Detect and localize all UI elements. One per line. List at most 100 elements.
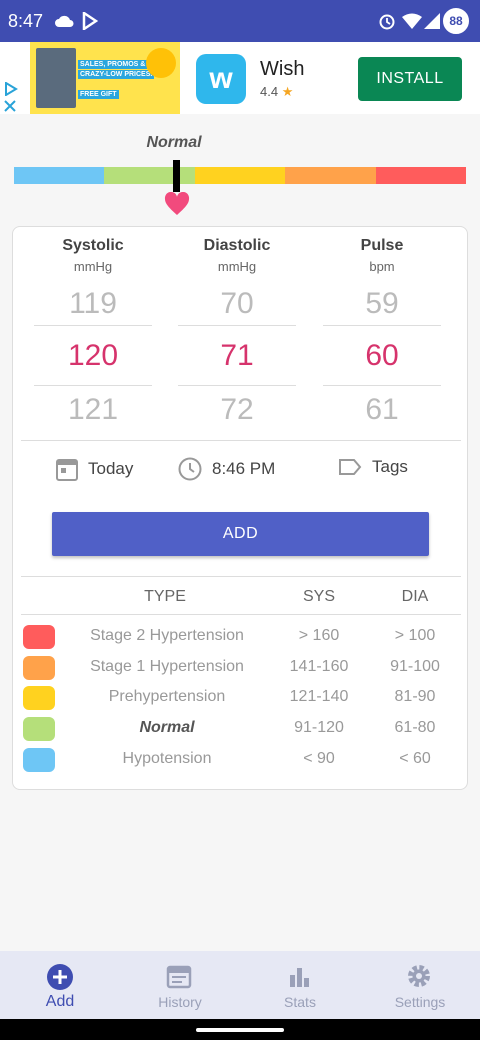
- wifi-icon: [402, 13, 422, 29]
- picker-divider: [178, 325, 296, 326]
- bp-gauge-bar: [14, 167, 467, 184]
- category-dia: < 60: [399, 750, 431, 767]
- play-store-icon: [82, 12, 98, 30]
- category-color-swatch: [23, 625, 55, 649]
- ad-banner-text: SALES, PROMOS &: [78, 60, 148, 69]
- bottom-navigation: Add History Stats Settings: [0, 951, 480, 1019]
- pulse-picker[interactable]: Pulse bpm 59 60 61: [323, 227, 441, 426]
- nav-settings[interactable]: Settings: [360, 951, 480, 1019]
- category-sys: 91-120: [294, 719, 344, 736]
- cloud-icon: [55, 15, 74, 27]
- picker-unit: mmHg: [217, 259, 257, 274]
- picker-divider: [323, 385, 441, 386]
- ad-app-name: Wish: [260, 58, 305, 80]
- add-circle-icon: [47, 964, 73, 990]
- picker-divider: [178, 385, 296, 386]
- picker-next-value[interactable]: 72: [178, 393, 296, 427]
- wish-logo-icon[interactable]: w: [196, 54, 246, 104]
- picker-prev-value[interactable]: 70: [178, 287, 296, 321]
- ad-rating-value: 4.4: [260, 84, 279, 99]
- star-icon: ★: [281, 84, 294, 99]
- date-selector[interactable]: Today: [56, 457, 133, 481]
- clock-icon: [178, 457, 202, 481]
- ad-phone-mockup: [36, 48, 76, 108]
- category-type: Stage 1 Hypertension: [90, 658, 244, 675]
- nav-stats[interactable]: Stats: [240, 951, 360, 1019]
- nav-history[interactable]: History: [120, 951, 240, 1019]
- gauge-segment: [14, 167, 105, 184]
- battery-indicator: 88: [443, 8, 469, 34]
- picker-unit: mmHg: [73, 259, 113, 274]
- home-gesture-handle[interactable]: [196, 1028, 284, 1032]
- status-bar: 8:47 88: [0, 0, 480, 42]
- category-sys: 141-160: [289, 658, 349, 675]
- calendar-icon: [166, 965, 192, 989]
- ad-choices-icon[interactable]: [4, 82, 18, 96]
- nav-add[interactable]: Add: [0, 951, 120, 1019]
- gauge-segment: [375, 167, 467, 184]
- gauge-segment: [285, 167, 376, 184]
- time-label: 8:46 PM: [212, 459, 276, 478]
- tags-selector[interactable]: Tags: [338, 457, 408, 477]
- ad-rating: 4.4 ★: [260, 84, 293, 100]
- gauge-segment: [194, 167, 286, 184]
- nav-label: History: [158, 994, 202, 1010]
- table-header-sys: SYS: [302, 588, 335, 605]
- diastolic-picker[interactable]: Diastolic mmHg 70 71 72: [178, 227, 296, 426]
- picker-selected-value[interactable]: 71: [178, 339, 296, 373]
- picker-next-value[interactable]: 61: [323, 393, 441, 427]
- gauge-status-label: Normal: [146, 134, 202, 151]
- picker-selected-value[interactable]: 120: [34, 339, 152, 373]
- category-dia: 81-90: [394, 688, 436, 705]
- gauge-needle: [173, 160, 181, 192]
- heart-icon: [164, 192, 189, 215]
- ad-close-icon[interactable]: [4, 100, 16, 112]
- ad-banner[interactable]: SALES, PROMOS & CRAZY-LOW PRICES. FREE G…: [0, 42, 480, 114]
- emoji-icon: [146, 48, 176, 78]
- category-type: Hypotension: [122, 750, 212, 767]
- install-button[interactable]: INSTALL: [358, 57, 462, 101]
- ad-banner-text: FREE GIFT: [78, 90, 119, 99]
- status-time: 8:47: [8, 11, 44, 31]
- picker-prev-value[interactable]: 119: [34, 287, 152, 321]
- table-header-divider: [21, 614, 461, 615]
- picker-selected-value[interactable]: 60: [323, 339, 441, 373]
- picker-next-value[interactable]: 121: [34, 393, 152, 427]
- category-dia: 61-80: [394, 719, 436, 736]
- category-color-swatch: [23, 717, 55, 741]
- tag-icon: [339, 459, 362, 475]
- gear-icon: [408, 965, 430, 987]
- category-sys: 121-140: [289, 688, 349, 705]
- table-row: Hypotension < 90 < 60: [13, 746, 469, 776]
- table-header-dia: DIA: [401, 588, 429, 605]
- category-sys: < 90: [303, 750, 335, 767]
- category-sys: > 160: [298, 627, 340, 644]
- picker-header: Pulse: [360, 237, 404, 254]
- calendar-icon: [56, 459, 78, 481]
- category-type: Prehypertension: [108, 688, 226, 705]
- table-row-current: Normal 91-120 61-80: [13, 715, 469, 745]
- nav-label: Add: [45, 993, 75, 1010]
- measurement-card: Systolic mmHg 119 120 121 Diastolic mmHg…: [12, 226, 468, 790]
- alarm-icon: [379, 14, 395, 30]
- picker-divider: [323, 325, 441, 326]
- gauge-segment: [104, 167, 195, 184]
- section-divider: [21, 440, 461, 441]
- category-type: Stage 2 Hypertension: [90, 627, 244, 644]
- picker-header: Systolic: [62, 237, 124, 254]
- picker-unit: bpm: [369, 259, 395, 274]
- ad-image[interactable]: SALES, PROMOS & CRAZY-LOW PRICES. FREE G…: [30, 42, 180, 114]
- date-label: Today: [88, 459, 134, 478]
- nav-label: Stats: [284, 994, 316, 1010]
- category-color-swatch: [23, 656, 55, 680]
- systolic-picker[interactable]: Systolic mmHg 119 120 121: [34, 227, 152, 426]
- picker-divider: [34, 385, 152, 386]
- add-button[interactable]: ADD: [52, 512, 429, 556]
- picker-header: Diastolic: [203, 237, 271, 254]
- picker-divider: [34, 325, 152, 326]
- category-color-swatch: [23, 748, 55, 772]
- table-row: Prehypertension 121-140 81-90: [13, 684, 469, 714]
- picker-prev-value[interactable]: 59: [323, 287, 441, 321]
- time-selector[interactable]: 8:46 PM: [178, 457, 275, 481]
- system-navigation-bar: [0, 1019, 480, 1040]
